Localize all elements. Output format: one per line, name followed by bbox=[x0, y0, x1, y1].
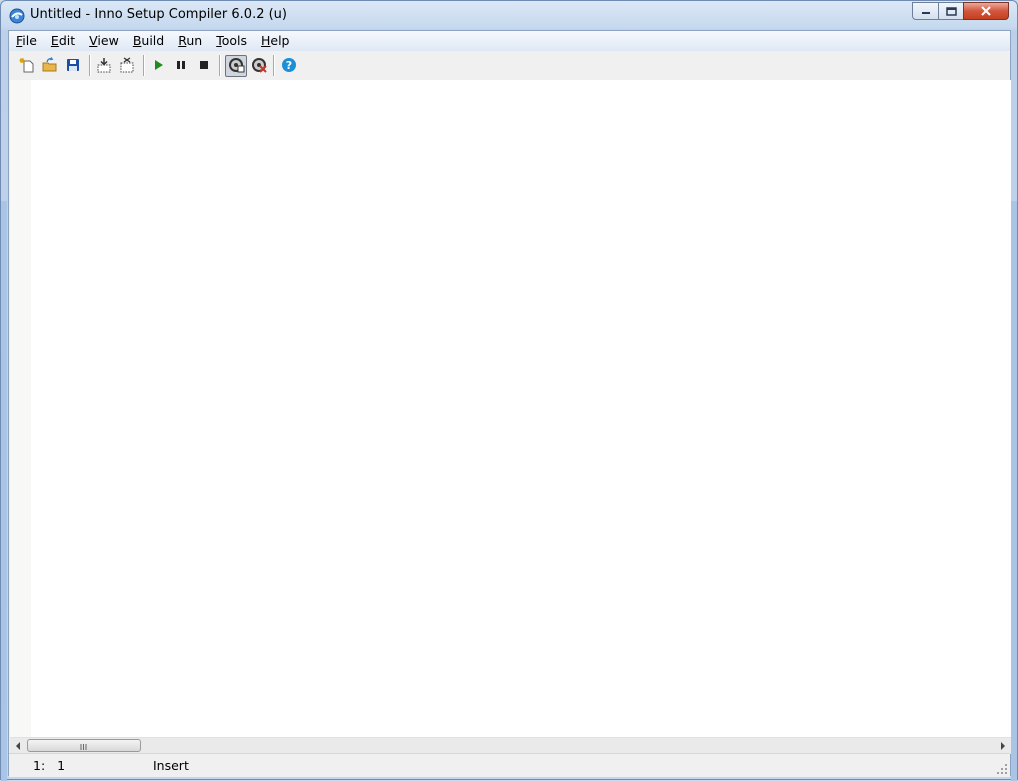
insert-mode-indicator: Insert bbox=[153, 758, 189, 773]
target-uninstall-icon bbox=[250, 56, 268, 77]
toolbar-separator bbox=[273, 55, 275, 76]
caption-buttons bbox=[912, 2, 1009, 21]
status-bar: 1: 1 Insert bbox=[9, 753, 1010, 777]
stop-compile-icon bbox=[119, 56, 135, 76]
help-icon: ? bbox=[281, 57, 297, 76]
menu-edit[interactable]: Edit bbox=[44, 31, 82, 51]
open-file-button[interactable] bbox=[40, 56, 60, 76]
title-bar[interactable]: Untitled - Inno Setup Compiler 6.0.2 (u) bbox=[1, 1, 1017, 29]
horizontal-scrollbar[interactable] bbox=[10, 737, 1011, 754]
maximize-button[interactable] bbox=[938, 2, 963, 20]
chevron-left-icon bbox=[15, 739, 21, 753]
main-window: Untitled - Inno Setup Compiler 6.0.2 (u)… bbox=[0, 0, 1018, 781]
pause-icon bbox=[173, 57, 189, 76]
menu-help-label: elp bbox=[270, 33, 290, 48]
scroll-right-button[interactable] bbox=[995, 738, 1011, 754]
grip-icon bbox=[80, 739, 88, 753]
target-setup-button[interactable] bbox=[225, 55, 247, 77]
compile-button[interactable] bbox=[94, 56, 114, 76]
run-button[interactable] bbox=[148, 56, 168, 76]
line-number-gutter bbox=[10, 80, 31, 737]
toolbar-separator bbox=[89, 55, 91, 76]
minimize-button[interactable] bbox=[912, 2, 938, 20]
menu-edit-label: dit bbox=[58, 33, 76, 48]
menu-tools[interactable]: Tools bbox=[209, 31, 254, 51]
menu-view[interactable]: View bbox=[82, 31, 126, 51]
script-editor[interactable] bbox=[10, 80, 1011, 737]
toolbar: ? bbox=[9, 51, 1010, 80]
scroll-thumb[interactable] bbox=[27, 739, 141, 752]
pause-button[interactable] bbox=[171, 56, 191, 76]
menu-run-label: un bbox=[186, 33, 203, 48]
window-frame-right bbox=[1011, 201, 1017, 781]
new-file-icon bbox=[19, 57, 35, 76]
run-icon bbox=[150, 57, 166, 76]
toolbar-separator bbox=[143, 55, 145, 76]
menu-bar: File Edit View Build Run Tools Help bbox=[9, 31, 1010, 52]
save-button[interactable] bbox=[63, 56, 83, 76]
stop-button[interactable] bbox=[194, 56, 214, 76]
help-button[interactable]: ? bbox=[279, 56, 299, 76]
window-title: Untitled - Inno Setup Compiler 6.0.2 (u) bbox=[30, 7, 287, 22]
window-frame-left bbox=[1, 201, 7, 781]
open-file-icon bbox=[42, 56, 58, 76]
scroll-left-button[interactable] bbox=[10, 738, 26, 754]
inno-setup-app-icon bbox=[9, 8, 25, 24]
target-uninstall-button[interactable] bbox=[249, 56, 269, 76]
menu-file-label: ile bbox=[22, 33, 37, 48]
menu-file[interactable]: File bbox=[9, 31, 44, 51]
cursor-position: 1: 1 bbox=[33, 758, 66, 773]
compile-icon bbox=[96, 57, 112, 76]
menu-help[interactable]: Help bbox=[254, 31, 297, 51]
menu-edit-accel: E bbox=[50, 33, 59, 48]
save-icon bbox=[65, 57, 81, 76]
target-setup-icon bbox=[227, 56, 245, 77]
toolbar-separator bbox=[219, 55, 221, 76]
close-button[interactable] bbox=[963, 2, 1009, 20]
stop-compile-button[interactable] bbox=[117, 56, 137, 76]
resize-grip-icon[interactable] bbox=[997, 764, 1008, 775]
menu-build-label: uild bbox=[141, 33, 165, 48]
stop-icon bbox=[196, 57, 212, 76]
menu-tools-label: ools bbox=[221, 33, 247, 48]
chevron-right-icon bbox=[1000, 739, 1006, 753]
menu-view-label: iew bbox=[97, 33, 119, 48]
svg-text:?: ? bbox=[286, 59, 292, 72]
menu-run[interactable]: Run bbox=[171, 31, 209, 51]
client-area: File Edit View Build Run Tools Help ? 1:… bbox=[8, 30, 1011, 777]
menu-help-accel: H bbox=[260, 33, 271, 48]
new-file-button[interactable] bbox=[17, 56, 37, 76]
menu-build[interactable]: Build bbox=[126, 31, 171, 51]
